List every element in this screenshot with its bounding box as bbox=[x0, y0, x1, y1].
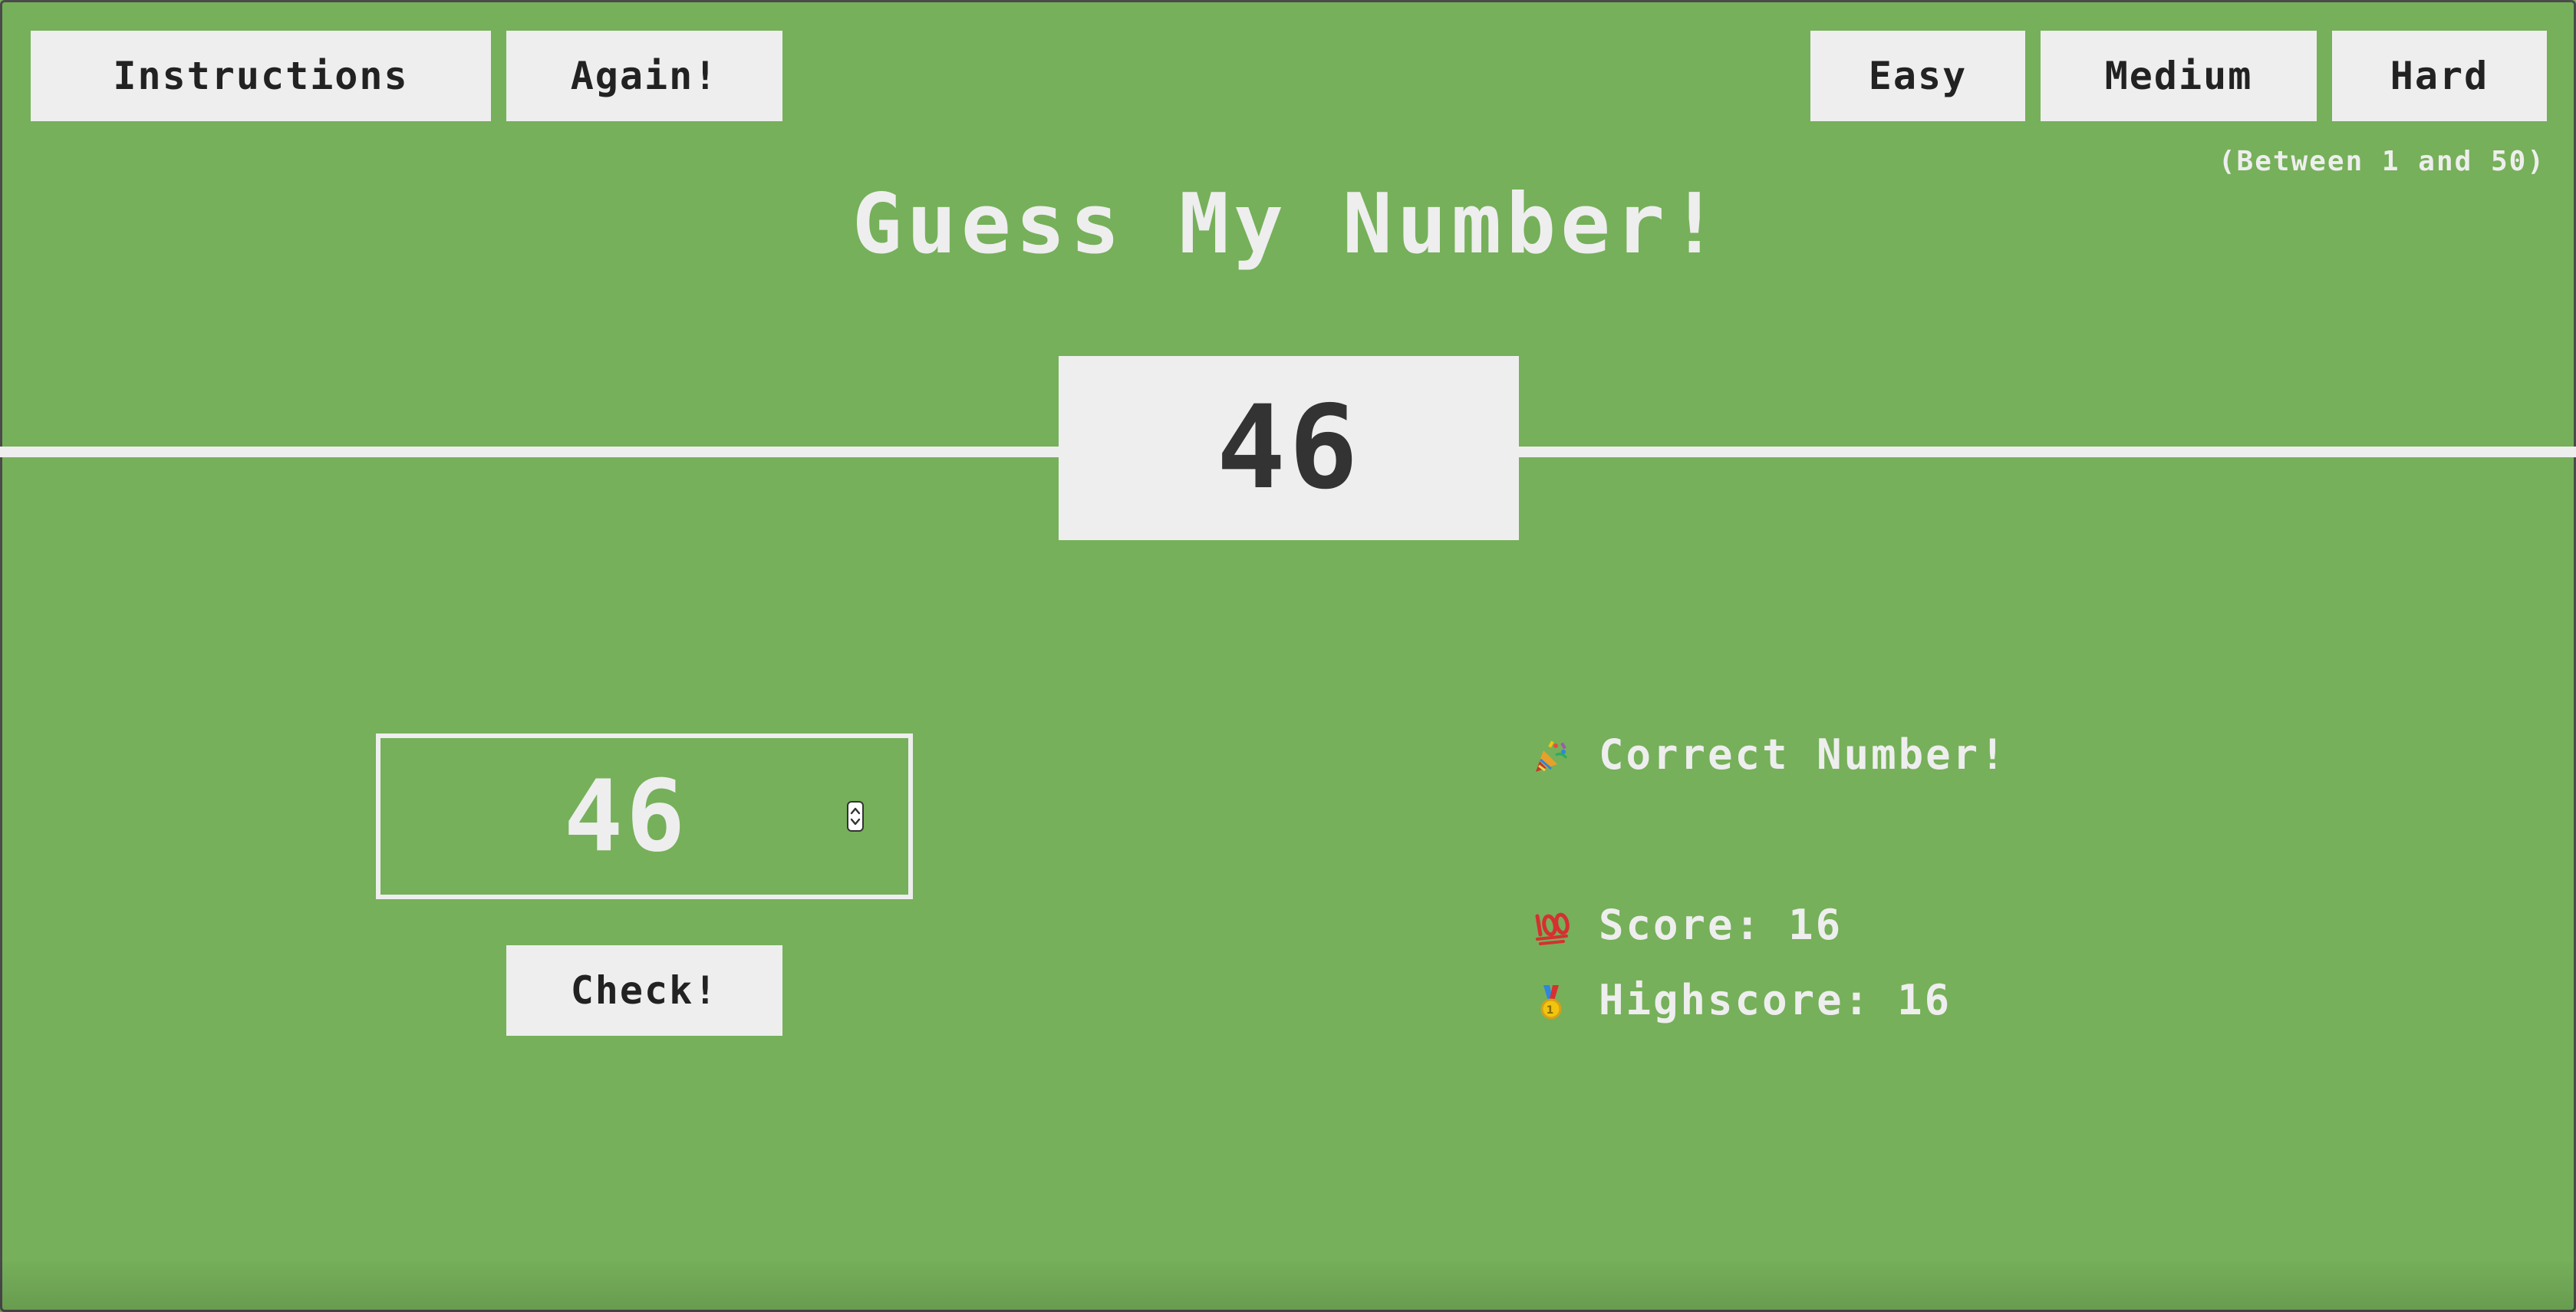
medium-button[interactable]: Medium bbox=[2041, 31, 2317, 121]
check-button[interactable]: Check! bbox=[506, 945, 782, 1036]
page-title: Guess My Number! bbox=[852, 176, 1724, 272]
party-popper-icon bbox=[1533, 737, 1570, 773]
easy-button[interactable]: Easy bbox=[1810, 31, 2025, 121]
bottom-shadow bbox=[0, 1258, 2576, 1312]
highscore-label: Highscore: bbox=[1599, 976, 1872, 1024]
instructions-button[interactable]: Instructions bbox=[31, 31, 491, 121]
medal-icon: 1 bbox=[1533, 982, 1570, 1019]
again-button[interactable]: Again! bbox=[506, 31, 782, 121]
secret-number-display: 46 bbox=[1059, 356, 1519, 540]
score-label: Score: bbox=[1599, 901, 1763, 949]
number-spinner-icon[interactable] bbox=[847, 801, 864, 832]
status-message: Correct Number! bbox=[1533, 730, 2008, 779]
svg-text:1: 1 bbox=[1547, 1004, 1556, 1017]
highscore-row: 1 Highscore: 16 bbox=[1533, 976, 1952, 1024]
hundred-points-icon bbox=[1533, 907, 1570, 945]
highscore-value: 16 bbox=[1897, 976, 1952, 1024]
range-hint: (Between 1 and 50) bbox=[2218, 146, 2545, 177]
guess-input-value[interactable]: 46 bbox=[380, 738, 871, 895]
score-row: Score: 16 bbox=[1533, 901, 1843, 949]
status-message-text: Correct Number! bbox=[1599, 730, 2008, 779]
guess-input[interactable]: 46 bbox=[376, 733, 913, 899]
score-value: 16 bbox=[1788, 901, 1843, 949]
hard-button[interactable]: Hard bbox=[2332, 31, 2547, 121]
